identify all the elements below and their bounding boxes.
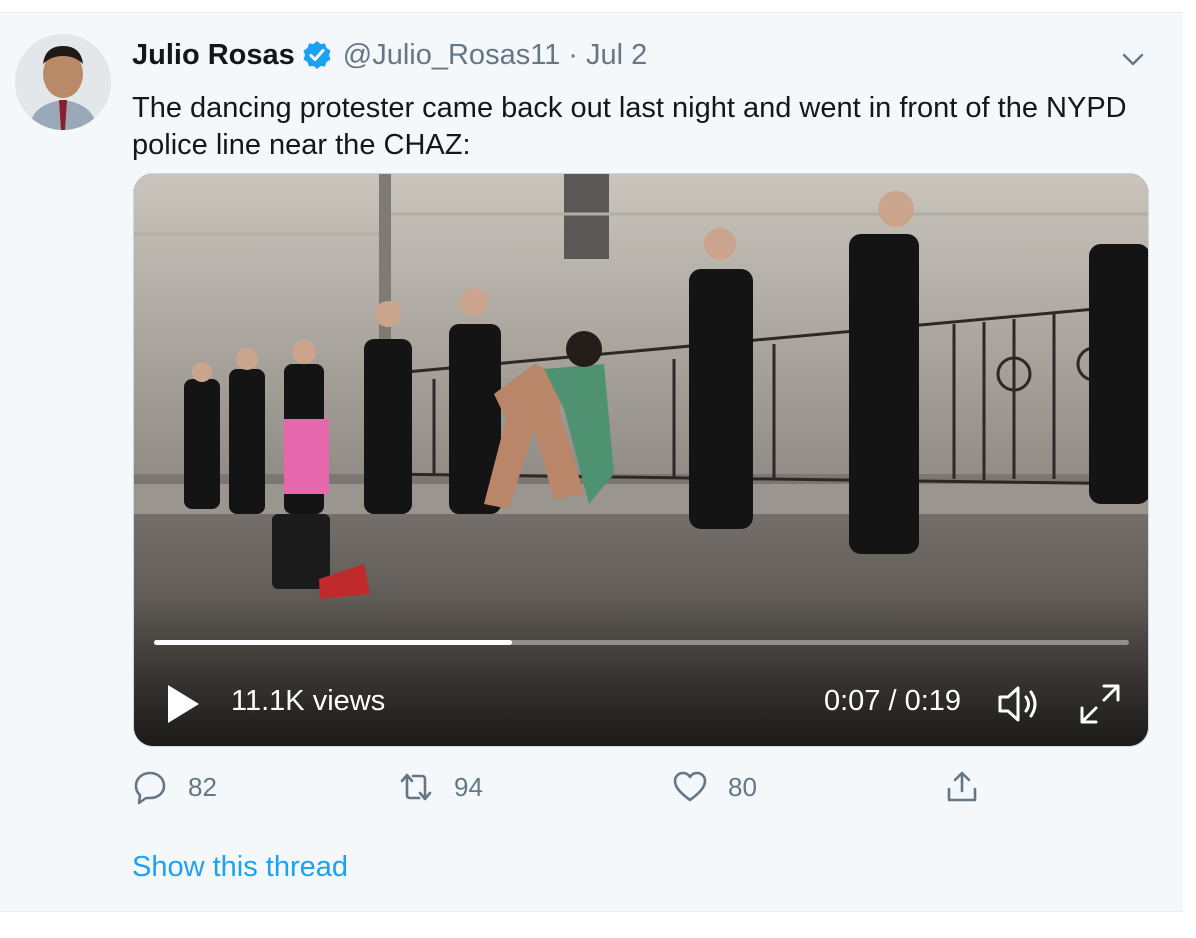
- video-player[interactable]: 11.1K views 0:07 / 0:19: [133, 173, 1149, 747]
- tweet-text: The dancing protester came back out last…: [132, 92, 1127, 161]
- volume-icon[interactable]: [996, 682, 1044, 726]
- share-button[interactable]: [944, 769, 980, 805]
- reply-icon: [134, 771, 166, 805]
- show-thread-link[interactable]: Show this thread: [132, 851, 348, 884]
- share-icon: [947, 771, 977, 802]
- view-count: 11.1K views: [231, 685, 386, 717]
- tweet-card[interactable]: Julio Rosas @Julio_Rosas11 · Jul 2 The d…: [0, 12, 1183, 912]
- like-button[interactable]: 80: [672, 769, 757, 805]
- verified-badge-icon: [301, 39, 333, 71]
- progress-fill: [154, 640, 512, 645]
- reply-button[interactable]: 82: [132, 769, 217, 805]
- retweet-count: 94: [454, 771, 483, 802]
- fullscreen-icon[interactable]: [1078, 682, 1122, 726]
- progress-bar[interactable]: [154, 640, 1129, 645]
- like-count: 80: [728, 771, 757, 802]
- tweet-actions: 82 94 80: [132, 769, 992, 809]
- video-time: 0:07 / 0:19: [824, 685, 962, 717]
- tweet-header: Julio Rosas @Julio_Rosas11 · Jul 2: [132, 35, 647, 75]
- chevron-down-icon[interactable]: [1120, 47, 1146, 73]
- author-name[interactable]: Julio Rosas: [132, 39, 295, 72]
- retweet-button[interactable]: 94: [398, 769, 483, 805]
- avatar[interactable]: [15, 34, 111, 130]
- reply-count: 82: [188, 771, 217, 802]
- play-icon[interactable]: [164, 682, 202, 726]
- author-handle[interactable]: @Julio_Rosas11: [343, 39, 561, 72]
- like-icon: [673, 771, 707, 802]
- tweet-date[interactable]: Jul 2: [586, 39, 647, 72]
- separator-dot: ·: [568, 38, 578, 71]
- retweet-icon: [400, 773, 432, 801]
